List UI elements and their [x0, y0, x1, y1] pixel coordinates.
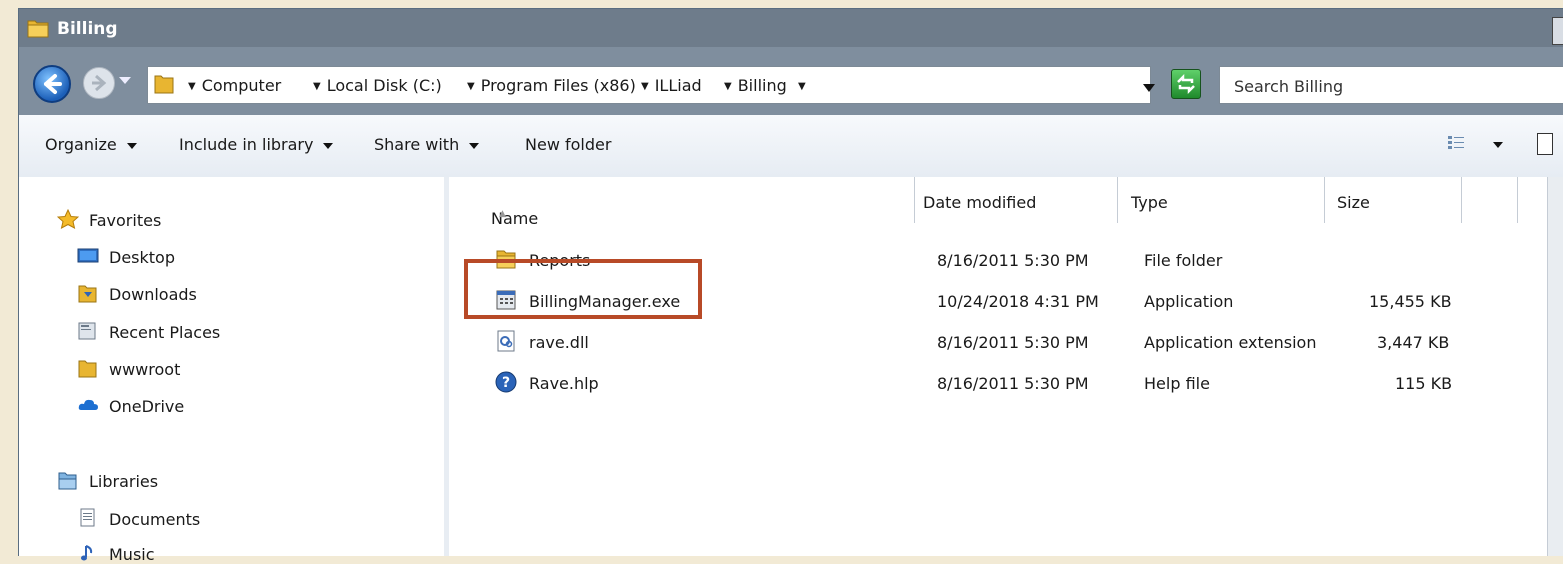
file-size: 115 KB — [1395, 374, 1453, 393]
recent-places-icon — [78, 322, 96, 340]
chevron-down-icon — [469, 142, 480, 149]
include-in-library-button[interactable]: Include in library — [179, 135, 334, 154]
dll-icon — [497, 330, 515, 352]
sort-ascending-icon: ▲ — [499, 209, 506, 219]
file-date: 8/16/2011 5:30 PM — [937, 333, 1089, 352]
file-date: 8/16/2011 5:30 PM — [937, 251, 1089, 270]
refresh-icon — [1177, 73, 1195, 95]
star-icon — [57, 209, 79, 229]
chevron-down-icon — [323, 142, 334, 149]
documents-icon — [80, 508, 95, 527]
preview-pane-icon[interactable] — [1537, 133, 1553, 155]
address-row: ▼ Computer ▼ Local Disk (C:) ▼ Program File… — [19, 47, 1563, 115]
breadcrumb-program-files[interactable]: ▼ Program Files (x86) — [467, 76, 636, 95]
file-name[interactable]: rave.dll — [529, 333, 589, 352]
column-header-type[interactable]: Type — [1115, 177, 1325, 221]
file-list-pane: Name ▲ Date modified Type Size Reports 8… — [449, 177, 1547, 556]
column-header-row: Name ▲ Date modified Type Size — [449, 177, 1547, 228]
breadcrumb-computer[interactable]: ▼ Computer — [188, 76, 281, 95]
breadcrumb-local-disk[interactable]: ▼ Local Disk (C:) — [313, 76, 442, 95]
highlight-annotation-box — [464, 259, 702, 319]
vertical-scrollbar[interactable] — [1547, 177, 1563, 556]
folder-icon — [154, 75, 174, 94]
help-icon: ? — [495, 371, 517, 393]
new-folder-button[interactable]: New folder — [525, 135, 611, 154]
breadcrumb-billing[interactable]: ▼ Billing — [724, 76, 787, 95]
file-date: 10/24/2018 4:31 PM — [937, 292, 1099, 311]
forward-button[interactable] — [83, 67, 115, 99]
window-control-button[interactable] — [1552, 17, 1563, 45]
column-header-name[interactable]: Name ▲ — [459, 177, 914, 228]
column-header-size[interactable]: Size — [1321, 177, 1461, 221]
file-type: Application — [1144, 292, 1234, 311]
desktop-icon — [77, 248, 99, 263]
libraries-icon — [58, 472, 77, 490]
search-input[interactable]: Search Billing — [1219, 66, 1563, 104]
view-options-dropdown[interactable] — [1493, 142, 1503, 148]
command-bar: Organize Include in library Share with N… — [19, 115, 1563, 178]
forward-arrow-icon — [92, 74, 107, 92]
breadcrumb-illiad[interactable]: ▼ ILLiad — [641, 76, 702, 95]
share-with-button[interactable]: Share with — [374, 135, 480, 154]
back-button[interactable] — [33, 65, 71, 103]
file-row-rave-dll[interactable]: rave.dll 8/16/2011 5:30 PM Application e… — [449, 330, 1547, 367]
back-arrow-icon — [44, 74, 62, 94]
folder-icon — [78, 360, 97, 378]
file-size: 3,447 KB — [1377, 333, 1450, 352]
address-bar[interactable]: ▼ Computer ▼ Local Disk (C:) ▼ Program File… — [147, 66, 1151, 104]
explorer-window: Billing ▼ Computer ▼ Local Disk (C:) ▼ Prog… — [18, 8, 1563, 564]
file-type: File folder — [1144, 251, 1223, 270]
folder-icon — [27, 20, 49, 38]
chevron-down-icon — [126, 142, 137, 149]
title-bar: Billing — [19, 9, 1563, 47]
change-view-icon[interactable] — [1447, 135, 1465, 151]
svg-text:?: ? — [502, 375, 510, 391]
file-row-rave-hlp[interactable]: ? Rave.hlp 8/16/2011 5:30 PM Help file 1… — [449, 371, 1547, 408]
address-dropdown-button[interactable] — [1143, 84, 1155, 92]
organize-button[interactable]: Organize — [45, 135, 137, 154]
file-date: 8/16/2011 5:30 PM — [937, 374, 1089, 393]
column-header-date-modified[interactable]: Date modified — [907, 177, 1117, 221]
music-icon — [81, 545, 93, 561]
breadcrumb-chevron-icon[interactable]: ▼ — [798, 76, 812, 95]
onedrive-cloud-icon — [78, 399, 98, 410]
file-name[interactable]: Rave.hlp — [529, 374, 599, 393]
file-size: 15,455 KB — [1369, 292, 1452, 311]
navigation-pane: Favorites Desktop Downloads Recent Place… — [19, 177, 445, 564]
file-type: Help file — [1144, 374, 1210, 393]
window-title: Billing — [57, 19, 118, 39]
column-divider[interactable] — [1461, 177, 1462, 223]
refresh-button[interactable] — [1171, 69, 1201, 99]
column-divider[interactable] — [1517, 177, 1518, 223]
recent-locations-dropdown[interactable] — [119, 77, 131, 84]
downloads-folder-icon — [78, 285, 97, 303]
file-type: Application extension — [1144, 333, 1317, 352]
search-placeholder: Search Billing — [1234, 77, 1344, 96]
